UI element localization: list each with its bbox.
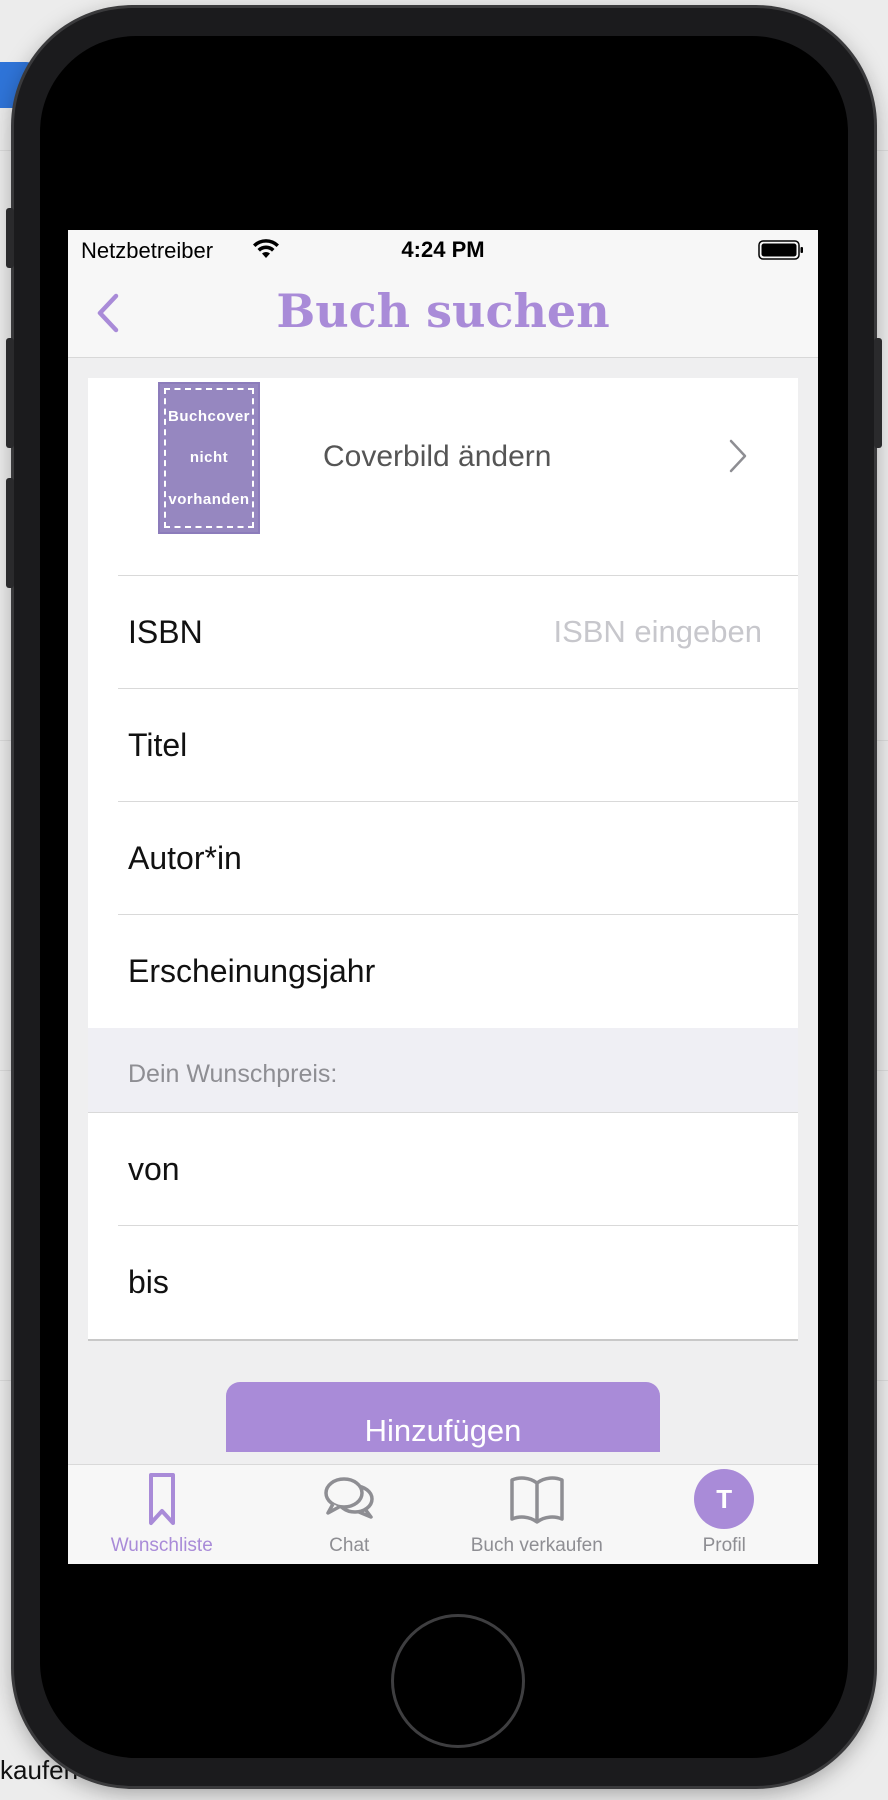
tab-label: Chat: [329, 1535, 370, 1556]
price-to-input[interactable]: [442, 1260, 762, 1304]
navigation-bar: Buch suchen: [68, 270, 818, 358]
cover-placeholder-text: Buchcover: [167, 408, 251, 426]
price-from-row: von: [118, 1113, 798, 1226]
mute-switch: [6, 208, 14, 268]
price-to-row: bis: [118, 1226, 798, 1339]
add-button[interactable]: Hinzufügen: [226, 1382, 660, 1452]
chevron-right-icon: [729, 439, 747, 473]
tab-profile[interactable]: T Profil: [631, 1465, 819, 1564]
year-input[interactable]: [442, 949, 762, 993]
isbn-input[interactable]: [442, 610, 762, 654]
chat-icon: [324, 1477, 374, 1519]
status-bar: Netzbetreiber 4:24 PM: [68, 230, 818, 270]
tab-label: Buch verkaufen: [470, 1535, 603, 1556]
tab-label: Profil: [702, 1535, 746, 1556]
author-input[interactable]: [442, 836, 762, 880]
home-button[interactable]: [391, 1614, 525, 1748]
volume-down-button: [6, 478, 14, 588]
price-card: von bis: [88, 1113, 798, 1341]
cover-placeholder-image: Buchcover nicht vorhanden: [158, 382, 260, 534]
title-row: Titel: [118, 689, 798, 802]
volume-up-button: [6, 338, 14, 448]
tab-chat[interactable]: Chat: [256, 1465, 444, 1564]
page-title: Buch suchen: [276, 284, 610, 338]
power-button: [874, 338, 882, 448]
price-to-label: bis: [128, 1264, 169, 1300]
author-label: Autor*in: [128, 840, 242, 876]
cover-row[interactable]: Buchcover nicht vorhanden Coverbild ände…: [118, 378, 798, 576]
tab-sell-book[interactable]: Buch verkaufen: [443, 1465, 631, 1564]
tab-label: Wunschliste: [110, 1535, 213, 1556]
isbn-label: ISBN: [128, 614, 203, 650]
book-icon: [510, 1476, 564, 1524]
change-cover-label: Coverbild ändern: [323, 440, 552, 473]
isbn-row: ISBN: [118, 576, 798, 689]
title-label: Titel: [128, 727, 188, 763]
price-from-label: von: [128, 1151, 180, 1187]
avatar: T: [694, 1469, 755, 1529]
bookmark-icon: [148, 1473, 175, 1525]
cover-placeholder-text: nicht: [189, 449, 229, 467]
price-section-header: Dein Wunschpreis:: [88, 1028, 798, 1113]
year-label: Erscheinungsjahr: [128, 953, 376, 989]
app-screen: Netzbetreiber 4:24 PM Buch suchen Buchco…: [68, 230, 818, 1564]
year-row: Erscheinungsjahr: [118, 915, 798, 1028]
status-time: 4:24 PM: [401, 237, 485, 262]
tab-bar: Wunschliste Chat Buch verkaufen T Profil: [68, 1464, 818, 1564]
price-from-input[interactable]: [442, 1147, 762, 1191]
title-input[interactable]: [442, 723, 762, 767]
battery-icon: [758, 240, 803, 260]
cover-placeholder-text: vorhanden: [168, 490, 250, 508]
tab-wishlist[interactable]: Wunschliste: [68, 1465, 256, 1564]
author-row: Autor*in: [118, 802, 798, 915]
form-content: Buchcover nicht vorhanden Coverbild ände…: [88, 378, 798, 1341]
price-section-title: Dein Wunschpreis:: [128, 1060, 338, 1088]
book-details-card: Buchcover nicht vorhanden Coverbild ände…: [88, 378, 798, 1028]
